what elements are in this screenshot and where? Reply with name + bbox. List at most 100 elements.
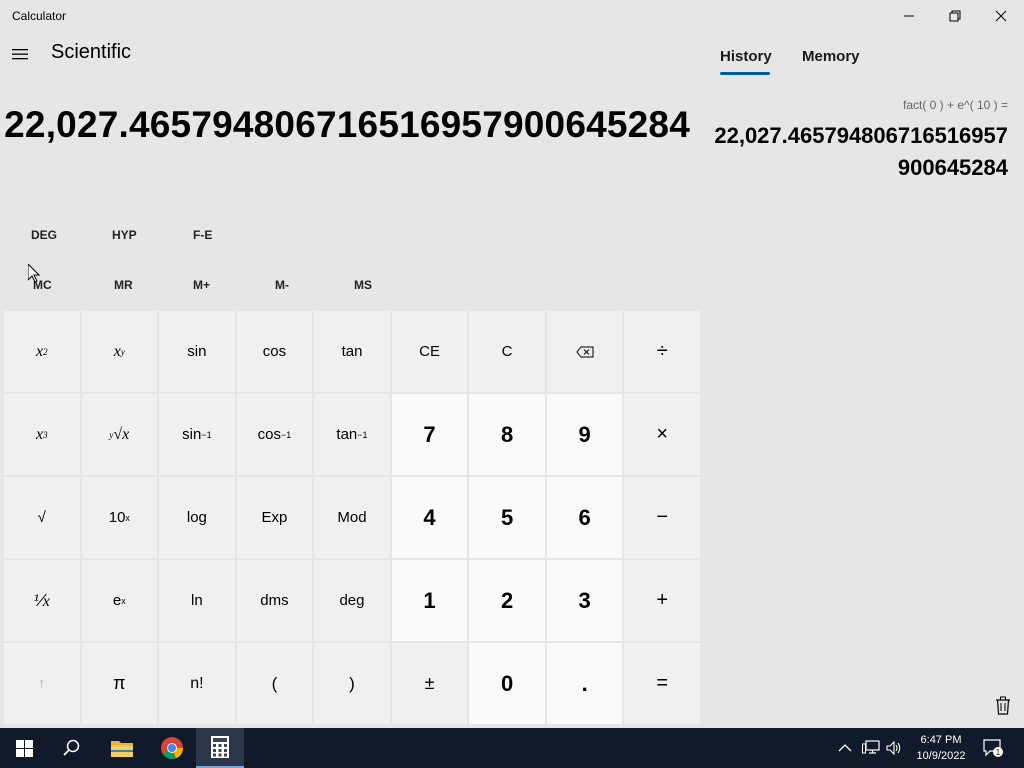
minus-button[interactable]: − (624, 477, 700, 558)
chrome-icon (161, 737, 184, 760)
arctan-sup: −1 (357, 429, 368, 440)
clock-date: 10/9/2022 (916, 750, 966, 762)
notification-count: 1 (996, 748, 1001, 757)
close-paren-button[interactable]: ) (314, 643, 390, 724)
decimal-button[interactable]: . (546, 643, 623, 724)
backspace-button[interactable] (546, 311, 623, 392)
divide-button[interactable]: ÷ (624, 311, 700, 392)
app-title: Calculator (12, 9, 67, 23)
sqrt-button[interactable]: √ (4, 477, 80, 558)
volume-button[interactable] (886, 728, 902, 768)
digit-9-button[interactable]: 9 (546, 394, 623, 475)
system-clock[interactable]: 6:47 PM 10/9/2022 (906, 732, 976, 764)
cos-button[interactable]: cos (236, 311, 313, 392)
windows-logo-icon (15, 739, 33, 757)
negate-button[interactable]: ± (391, 643, 468, 724)
start-button[interactable] (0, 728, 48, 768)
pi-button[interactable]: π (81, 643, 158, 724)
search-icon (63, 739, 80, 756)
multiply-button[interactable]: × (624, 394, 700, 475)
yroot-button[interactable]: y √x (81, 394, 158, 475)
minimize-button[interactable] (886, 0, 932, 32)
chrome-button[interactable] (148, 728, 196, 768)
factorial-button[interactable]: n! (159, 643, 235, 724)
show-hidden-icons-button[interactable] (838, 728, 852, 768)
shift-button[interactable]: ↑ (4, 643, 80, 724)
notification-icon: 1 (983, 739, 1003, 757)
clear-button[interactable]: C (469, 311, 545, 392)
chevron-up-icon (838, 744, 852, 752)
navigation-menu-button[interactable] (4, 38, 36, 70)
cube-button[interactable]: x3 (4, 394, 80, 475)
history-result[interactable]: 22,027.465794806716516957900645284 (712, 120, 1008, 184)
active-tab-indicator (720, 72, 770, 75)
tab-history[interactable]: History (720, 48, 772, 65)
exp-button[interactable]: Exp (236, 477, 313, 558)
arccos-button[interactable]: cos −1 (236, 394, 313, 475)
mod-button[interactable]: Mod (314, 477, 390, 558)
history-expression[interactable]: fact( 0 ) + e^( 10 ) = (712, 98, 1008, 112)
open-paren-button[interactable]: ( (236, 643, 313, 724)
digit-1-button[interactable]: 1 (391, 560, 468, 641)
tab-memory[interactable]: Memory (802, 48, 860, 65)
reciprocal-button[interactable]: ⅟x (4, 560, 80, 641)
restore-button[interactable] (932, 0, 978, 32)
minimize-icon (904, 15, 914, 17)
fe-button[interactable]: F-E (193, 228, 212, 242)
calculator-taskbar-button[interactable] (196, 728, 244, 768)
clock-time: 6:47 PM (920, 734, 962, 746)
network-status-button[interactable] (862, 728, 880, 768)
arctan-button[interactable]: tan −1 (314, 394, 390, 475)
log-button[interactable]: log (159, 477, 235, 558)
tan-button[interactable]: tan (314, 311, 390, 392)
equals-button[interactable]: = (624, 643, 700, 724)
digit-6-button[interactable]: 6 (546, 477, 623, 558)
arcsin-button[interactable]: sin −1 (159, 394, 235, 475)
arccos-sup: −1 (280, 429, 292, 440)
memory-store-button[interactable]: MS (354, 278, 372, 292)
digit-5-button[interactable]: 5 (469, 477, 545, 558)
backspace-icon (576, 346, 594, 357)
keypad: x2 xy sin cos tan CE C ÷ x3 y √x sin −1 co… (4, 311, 700, 724)
action-center-button[interactable]: 1 (982, 728, 1004, 768)
square-button[interactable]: x2 (4, 311, 80, 392)
angle-mode-button[interactable]: DEG (31, 228, 57, 242)
sin-button[interactable]: sin (159, 311, 235, 392)
digit-3-button[interactable]: 3 (546, 560, 623, 641)
digit-8-button[interactable]: 8 (469, 394, 545, 475)
arcsin-sup: −1 (201, 429, 212, 440)
hamburger-icon (12, 49, 28, 60)
plus-button[interactable]: + (624, 560, 700, 641)
close-button[interactable] (978, 0, 1024, 32)
mode-title: Scientific (51, 41, 132, 63)
result-display: 22,027.465794806716516957900645284 (4, 104, 690, 145)
speaker-icon (886, 741, 901, 755)
clear-entry-button[interactable]: CE (391, 311, 468, 392)
digit-0-button[interactable]: 0 (469, 643, 545, 724)
title-bar: Calculator (0, 0, 1024, 32)
digit-7-button[interactable]: 7 (391, 394, 468, 475)
digit-2-button[interactable]: 2 (469, 560, 545, 641)
deg-button[interactable]: deg (314, 560, 390, 641)
trash-icon (996, 696, 1010, 715)
power-button[interactable]: xy (81, 311, 158, 392)
search-button[interactable] (48, 728, 96, 768)
memory-add-button[interactable]: M+ (193, 278, 210, 292)
ln-button[interactable]: ln (159, 560, 235, 641)
folder-icon (111, 741, 133, 757)
ten-power-button[interactable]: 10 x (81, 477, 158, 558)
dms-button[interactable]: dms (236, 560, 313, 641)
calculator-icon (211, 736, 229, 758)
e-power-button[interactable]: ex (81, 560, 158, 641)
digit-4-button[interactable]: 4 (391, 477, 468, 558)
restore-icon (949, 10, 961, 22)
file-explorer-button[interactable] (98, 728, 146, 768)
close-icon (995, 10, 1007, 22)
memory-subtract-button[interactable]: M- (275, 278, 289, 292)
hyperbolic-button[interactable]: HYP (112, 228, 137, 242)
arctan-label: tan (336, 426, 358, 443)
taskbar: 6:47 PM 10/9/2022 1 (0, 728, 1024, 768)
clear-history-button[interactable] (994, 696, 1016, 720)
memory-recall-button[interactable]: MR (114, 278, 133, 292)
mouse-cursor-icon (28, 264, 40, 283)
